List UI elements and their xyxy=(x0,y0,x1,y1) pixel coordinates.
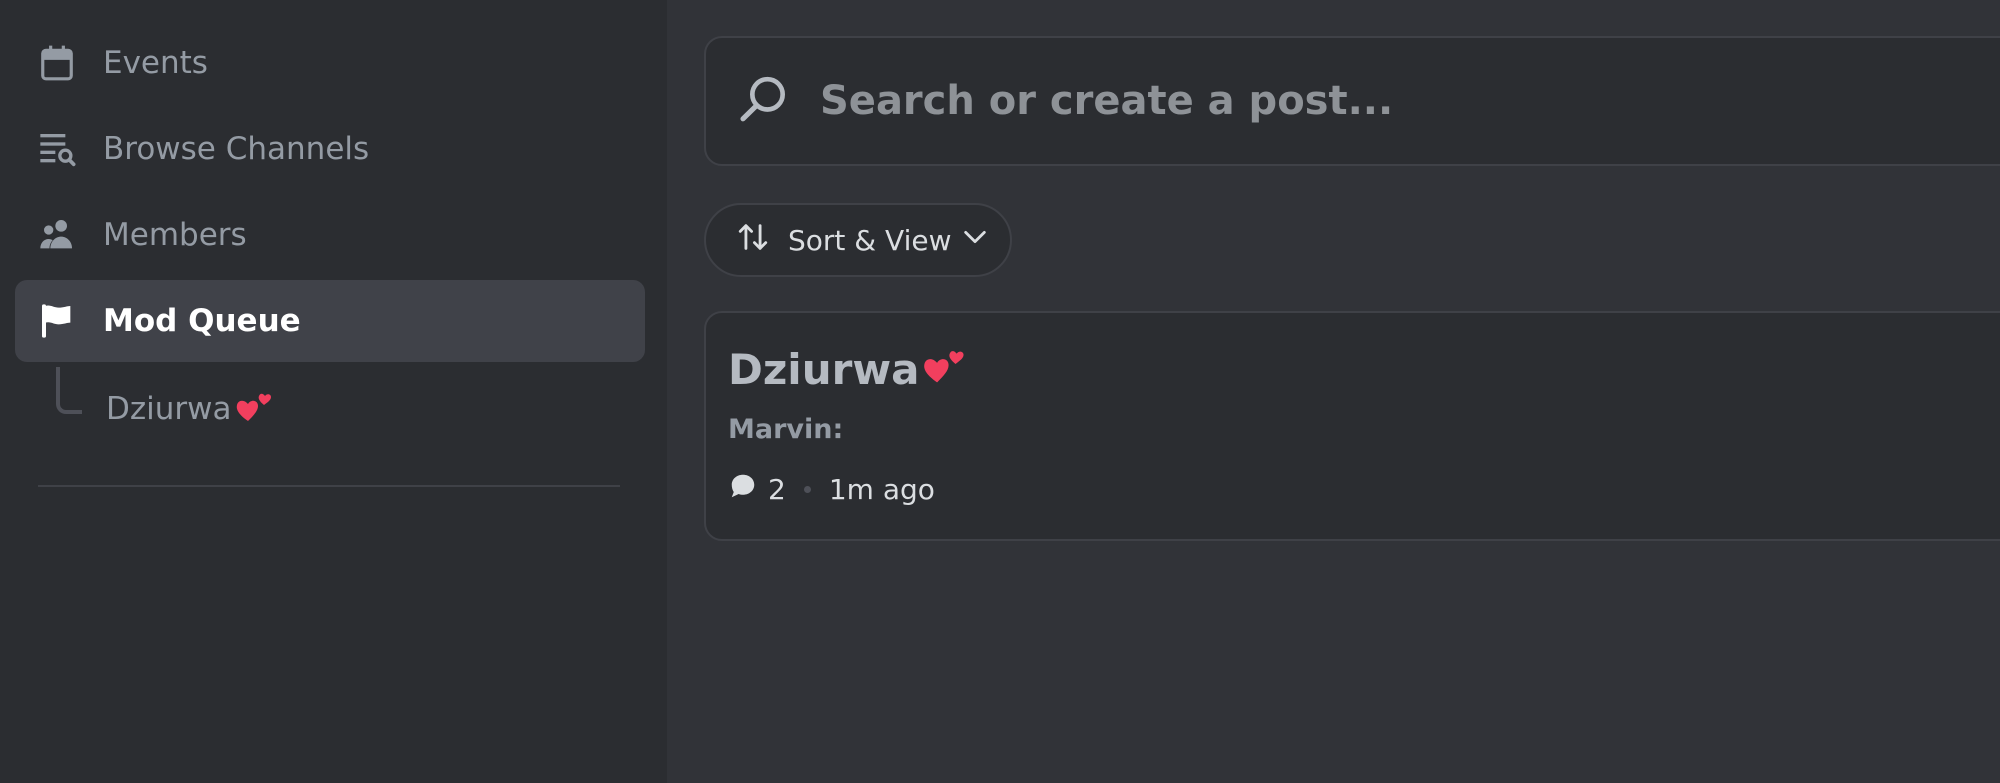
sidebar-item-label: Events xyxy=(103,45,208,81)
post-title: Dziurwa xyxy=(728,343,967,395)
post-author: Marvin: xyxy=(728,414,844,445)
comment-count: 2 xyxy=(768,473,786,506)
sidebar-item-events[interactable]: Events xyxy=(15,22,645,104)
sidebar: Events Browse Channels Members Mod Queue… xyxy=(0,0,667,783)
sidebar-item-browse-channels[interactable]: Browse Channels xyxy=(15,108,645,190)
sidebar-item-label: Members xyxy=(103,217,247,253)
search-icon xyxy=(736,71,792,131)
post-timestamp: 1m ago xyxy=(828,473,935,506)
calendar-icon xyxy=(37,43,77,83)
sort-view-label: Sort & View xyxy=(788,223,952,257)
post-title-text: Dziurwa xyxy=(728,344,920,394)
sort-view-button[interactable]: Sort & View xyxy=(704,203,1012,277)
meta-separator xyxy=(803,486,811,493)
members-icon xyxy=(37,215,77,255)
search-input[interactable] xyxy=(818,77,1922,125)
sidebar-item-mod-queue[interactable]: Mod Queue xyxy=(15,280,645,362)
comment-icon xyxy=(728,471,758,508)
sidebar-divider xyxy=(38,485,620,487)
thread-connector xyxy=(56,367,82,414)
sidebar-thread-dziurwa[interactable]: Dziurwa xyxy=(85,368,645,450)
sidebar-item-label: Mod Queue xyxy=(103,303,301,339)
sidebar-item-label: Browse Channels xyxy=(103,131,370,167)
post-card[interactable]: Dziurwa Marvin: 2 1m ago xyxy=(704,311,2000,541)
sort-arrows-icon xyxy=(736,220,770,261)
forum-main: Sort & View Dziurwa Marvin: 2 xyxy=(667,0,2000,783)
two-hearts-icon xyxy=(921,343,967,395)
thread-label: Dziurwa xyxy=(106,391,232,427)
post-meta: 2 1m ago xyxy=(728,471,935,508)
flag-icon xyxy=(37,301,77,341)
sidebar-item-members[interactable]: Members xyxy=(15,194,645,276)
search-bar[interactable] xyxy=(704,36,2000,166)
two-hearts-icon xyxy=(234,387,274,431)
chevron-down-icon xyxy=(961,223,989,258)
browse-channels-icon xyxy=(37,129,77,169)
